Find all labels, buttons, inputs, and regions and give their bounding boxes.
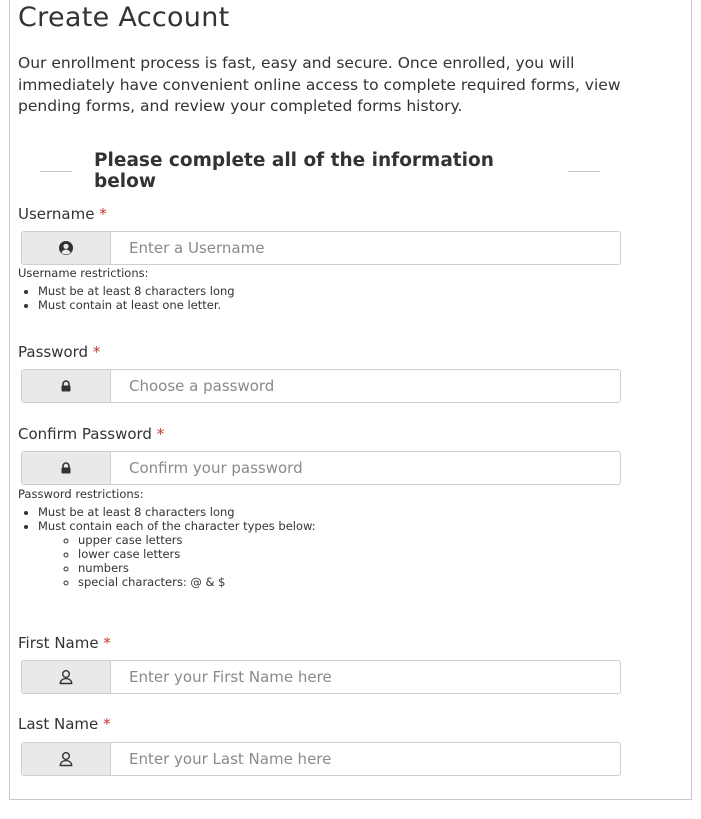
confirm-password-field-group [21, 451, 621, 485]
list-item: Must be at least 8 characters long [38, 284, 235, 298]
password-field-group [21, 369, 621, 403]
required-marker: * [99, 205, 107, 223]
user-icon [22, 743, 111, 775]
last-name-label: Last Name * [18, 715, 111, 733]
username-label: Username * [18, 205, 107, 223]
first-name-label-text: First Name [18, 634, 99, 652]
required-marker: * [156, 425, 165, 443]
list-item: special characters: @ & $ [78, 575, 316, 589]
user-icon [22, 661, 111, 693]
password-restrictions: Password restrictions: Must be at least … [18, 487, 316, 589]
divider-line-right [568, 170, 600, 172]
confirm-password-label: Confirm Password * [18, 425, 164, 443]
list-item: Must contain at least one letter. [38, 298, 235, 312]
last-name-field-group [21, 742, 621, 776]
password-restrictions-title: Password restrictions: [18, 487, 144, 501]
list-item: numbers [78, 561, 316, 575]
confirm-password-input[interactable] [111, 452, 620, 484]
confirm-password-label-text: Confirm Password [18, 425, 152, 443]
password-input[interactable] [111, 370, 620, 402]
page-title: Create Account [18, 2, 230, 33]
required-marker: * [103, 715, 111, 733]
intro-text: Our enrollment process is fast, easy and… [18, 54, 621, 115]
username-field-group [21, 231, 621, 265]
section-divider: Please complete all of the information b… [40, 150, 600, 192]
list-item: upper case letters [78, 533, 316, 547]
password-restrictions-list: Must be at least 8 characters long Must … [18, 505, 316, 589]
password-label-text: Password [18, 343, 89, 361]
character-types-list: upper case letters lower case letters nu… [38, 533, 316, 589]
username-input[interactable] [111, 232, 620, 264]
password-label: Password * [18, 343, 100, 361]
list-item: Must be at least 8 characters long [38, 505, 316, 519]
username-label-text: Username [18, 205, 95, 223]
list-item-text: Must contain each of the character types… [38, 519, 316, 533]
section-heading: Please complete all of the information b… [94, 150, 494, 192]
required-marker: * [92, 343, 101, 361]
user-circle-icon [22, 232, 111, 264]
first-name-label: First Name * [18, 634, 111, 652]
username-restrictions-list: Must be at least 8 characters long Must … [18, 284, 235, 312]
username-restrictions: Username restrictions: Must be at least … [18, 266, 235, 312]
divider-line-left [40, 170, 72, 172]
last-name-input[interactable] [111, 743, 620, 775]
first-name-input[interactable] [111, 661, 620, 693]
last-name-label-text: Last Name [18, 715, 99, 733]
list-item: lower case letters [78, 547, 316, 561]
first-name-field-group [21, 660, 621, 694]
username-restrictions-title: Username restrictions: [18, 266, 149, 280]
list-item: Must contain each of the character types… [38, 519, 316, 589]
lock-icon [22, 370, 111, 402]
required-marker: * [103, 634, 111, 652]
lock-icon [22, 452, 111, 484]
